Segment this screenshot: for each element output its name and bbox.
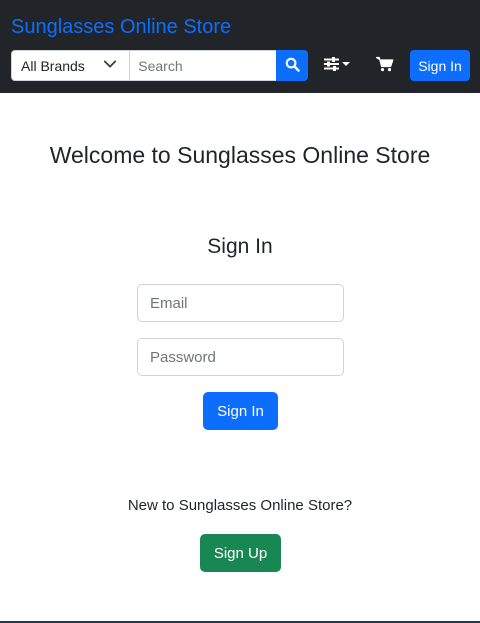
top-navbar: Sunglasses Online Store All Brands Searc… <box>0 0 480 93</box>
search-icon <box>285 57 300 75</box>
cart-button[interactable] <box>374 55 396 77</box>
email-field[interactable] <box>137 284 344 322</box>
cart-icon <box>375 56 394 77</box>
new-user-text: New to Sunglasses Online Store? <box>127 497 353 514</box>
chevron-down-icon <box>103 57 117 74</box>
navbar-sign-in-button[interactable]: Sign In <box>410 50 470 81</box>
search-group: All Brands <box>11 50 308 81</box>
sign-in-button[interactable]: Sign In <box>203 392 278 430</box>
sign-up-button[interactable]: Sign Up <box>200 534 281 572</box>
sliders-icon <box>320 56 350 76</box>
sign-in-heading: Sign In <box>207 235 273 258</box>
filter-dropdown-button[interactable] <box>320 55 354 77</box>
search-input[interactable] <box>130 50 277 81</box>
brand-link[interactable]: Sunglasses Online Store <box>11 15 231 39</box>
welcome-heading: Welcome to Sunglasses Online Store <box>49 142 431 168</box>
search-button[interactable] <box>276 50 308 81</box>
brand-select[interactable]: All Brands <box>11 50 131 81</box>
brand-select-value: All Brands <box>21 57 85 74</box>
password-field[interactable] <box>137 338 344 376</box>
